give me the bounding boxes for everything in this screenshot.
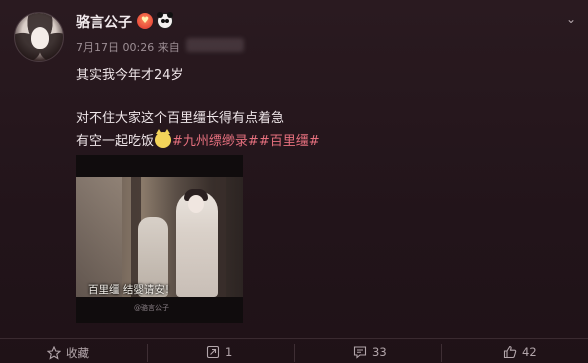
favorite-button[interactable]: 收藏 bbox=[47, 345, 89, 361]
image-subtitle: 百里缰 结婴请安! bbox=[88, 284, 170, 296]
source-redacted bbox=[186, 38, 244, 52]
like-button[interactable]: 42 bbox=[503, 345, 537, 359]
post-meta: 7月17日 00:26 来自 bbox=[76, 41, 180, 54]
figure-main bbox=[176, 189, 218, 297]
weibo-post-card: 骆言公子 ♥ ⌄ 7月17日 00:26 来自 其实我今年才24岁 对不住大家这… bbox=[0, 0, 588, 363]
cat-emoji-icon bbox=[155, 129, 172, 148]
author-avatar[interactable] bbox=[14, 12, 64, 62]
post-text-line2: 对不住大家这个百里缰长得有点着急 bbox=[76, 111, 285, 126]
repost-count: 1 bbox=[225, 345, 233, 359]
thumbs-up-icon bbox=[503, 345, 517, 359]
comment-icon bbox=[353, 345, 367, 359]
comment-count: 33 bbox=[372, 345, 387, 359]
repost-button[interactable]: 1 bbox=[206, 345, 232, 359]
post-text-line3-prefix: 有空一起吃饭 bbox=[76, 134, 155, 149]
post-image[interactable]: 百里缰 结婴请安! @骆言公子 bbox=[76, 155, 243, 323]
panda-badge-icon[interactable] bbox=[157, 12, 173, 29]
heart-badge-icon[interactable]: ♥ bbox=[137, 13, 153, 29]
hashtag-link[interactable]: #百里缰# bbox=[259, 134, 320, 149]
avatar-face bbox=[31, 27, 49, 49]
action-bar: 收藏 1 33 42 bbox=[0, 338, 588, 363]
post-text-line3: 有空一起吃饭 #九州缥缈录##百里缰# bbox=[76, 129, 320, 149]
image-watermark: @骆言公子 bbox=[134, 304, 169, 312]
post-text-line1: 其实我今年才24岁 bbox=[76, 68, 184, 83]
favorite-label: 收藏 bbox=[66, 346, 89, 360]
hashtag-link[interactable]: #九州缥缈录# bbox=[172, 134, 259, 149]
drama-scene bbox=[76, 177, 243, 297]
chevron-down-icon[interactable]: ⌄ bbox=[566, 12, 576, 26]
comment-button[interactable]: 33 bbox=[353, 345, 387, 359]
star-icon bbox=[47, 346, 61, 360]
author-name[interactable]: 骆言公子 bbox=[76, 12, 132, 32]
like-count: 42 bbox=[522, 345, 537, 359]
repost-icon bbox=[206, 345, 220, 359]
